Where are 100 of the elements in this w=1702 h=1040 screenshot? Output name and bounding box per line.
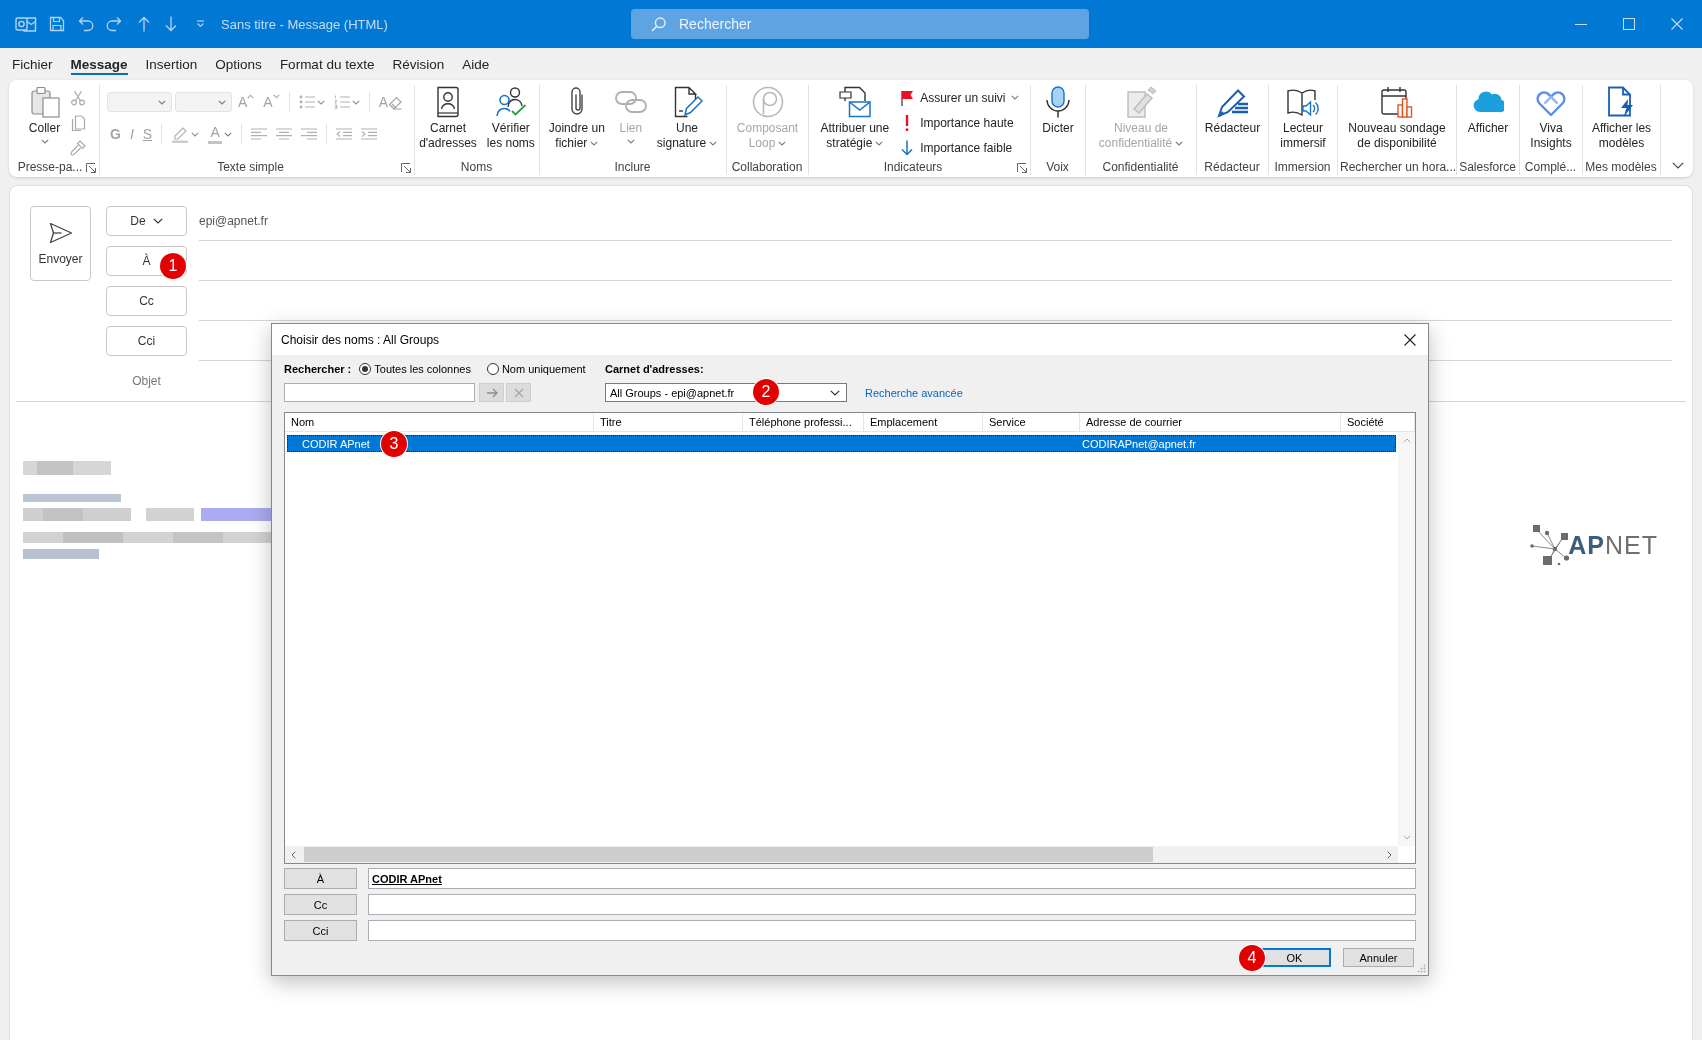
- ribbon-button[interactable]: Importance haute: [895, 110, 1018, 135]
- recipient-button[interactable]: Cci: [106, 326, 187, 356]
- undo-icon[interactable]: [78, 16, 94, 32]
- radio-option[interactable]: Nom uniquement: [486, 363, 586, 375]
- group-label: Rechercher un hora...: [1340, 160, 1457, 175]
- search-field[interactable]: [284, 383, 475, 402]
- radio-icon[interactable]: [486, 363, 499, 375]
- menu-tab[interactable]: Format du texte: [270, 48, 384, 80]
- group-label: Voix: [1045, 160, 1070, 175]
- menu-tab[interactable]: Message: [61, 48, 137, 80]
- recipient-button[interactable]: Cc: [106, 286, 187, 316]
- group-label: Noms: [459, 160, 494, 175]
- menu-tab[interactable]: Options: [206, 48, 271, 80]
- close-icon[interactable]: [1404, 333, 1416, 346]
- step-badge: 2: [753, 379, 779, 405]
- dialog-button[interactable]: Annuler: [1343, 948, 1414, 967]
- radio-icon[interactable]: [359, 363, 372, 375]
- arrow-right-icon: [485, 387, 498, 398]
- recipient-field[interactable]: CODIR APnet: [368, 868, 1416, 889]
- ribbon-button[interactable]: Nouveau sondage de disponibilité: [1344, 85, 1450, 151]
- ribbon-button[interactable]: Rédacteur: [1200, 85, 1265, 136]
- resize-grip-icon[interactable]: [1417, 964, 1426, 973]
- horizontal-scrollbar[interactable]: [285, 846, 1398, 863]
- menu-tab[interactable]: Insertion: [136, 48, 207, 80]
- caret-icon[interactable]: [196, 20, 205, 28]
- ring-icon: [751, 86, 784, 118]
- launcher-icon[interactable]: [86, 162, 96, 173]
- group-label: Presse-pa...: [16, 160, 84, 175]
- vertical-scrollbar[interactable]: [1398, 432, 1415, 846]
- subject-label: Objet: [132, 374, 161, 388]
- ribbon-button[interactable]: Carnet d'adresses: [415, 85, 481, 151]
- chevron-left-icon: [291, 850, 296, 859]
- book-speaker-icon: [1287, 86, 1319, 118]
- color-bar-icon: [208, 141, 223, 144]
- caret-icon: [218, 99, 226, 105]
- ribbon-button[interactable]: Viva Insights: [1526, 85, 1576, 151]
- cross-icon: [513, 387, 524, 398]
- group-label: Rédacteur: [1203, 160, 1261, 175]
- arrow-down-icon[interactable]: [165, 16, 177, 32]
- sender-field[interactable]: epi@apnet.fr: [199, 201, 1672, 241]
- table-cell-text: CODIR APnet: [301, 437, 370, 450]
- chevron-down-icon[interactable]: [1672, 162, 1684, 169]
- send-icon: [48, 221, 73, 244]
- column-header[interactable]: Titre: [594, 413, 743, 431]
- redo-icon[interactable]: [106, 16, 122, 32]
- menu-tab[interactable]: Fichier: [3, 48, 62, 80]
- ribbon-button[interactable]: Afficher: [1463, 85, 1513, 136]
- group-label: Texte simple: [216, 160, 285, 175]
- column-header[interactable]: Service: [983, 413, 1080, 431]
- save-icon[interactable]: [49, 16, 65, 32]
- envelope-document-icon: [838, 86, 871, 118]
- minimize-icon[interactable]: [1575, 23, 1587, 25]
- search-field[interactable]: Rechercher: [631, 9, 1089, 39]
- dialog-title: Choisir des noms : All Groups: [281, 332, 440, 347]
- recipient-button[interactable]: De: [106, 206, 187, 236]
- ribbon-button[interactable]: Coller: [24, 85, 65, 144]
- scrollbar-thumb[interactable]: [304, 847, 1153, 862]
- group-label: Complé...: [1523, 160, 1578, 175]
- recipient-button[interactable]: À: [284, 868, 357, 889]
- maximize-icon[interactable]: [1623, 18, 1635, 30]
- menu-tab[interactable]: Aide: [453, 48, 499, 80]
- chevron-right-icon: [1387, 850, 1392, 859]
- arrow-up-icon[interactable]: [138, 16, 150, 32]
- recipient-field[interactable]: [368, 894, 1416, 915]
- go-button[interactable]: [479, 383, 504, 402]
- table-cell-text: CODIRAPnet@apnet.fr: [1081, 437, 1196, 450]
- step-badge: 1: [160, 253, 186, 279]
- group-label: Indicateurs: [882, 160, 944, 175]
- recipient-button[interactable]: Cc: [284, 894, 357, 915]
- ribbon-button[interactable]: Afficher les modèles: [1587, 85, 1656, 151]
- column-header[interactable]: Société: [1341, 413, 1415, 431]
- pencil-document-icon: [1125, 86, 1157, 118]
- step-badge: 4: [1239, 945, 1265, 971]
- ribbon-button[interactable]: Importance faible: [895, 135, 1017, 160]
- people-check-icon: [494, 86, 527, 118]
- ribbon-button[interactable]: Lecteur immersif: [1276, 85, 1330, 151]
- advanced-search-link[interactable]: Recherche avancée: [865, 386, 963, 399]
- ribbon-button[interactable]: Une signature: [652, 85, 722, 151]
- group-label: Inclure: [613, 160, 652, 175]
- ribbon-button[interactable]: Attribuer une stratégie: [816, 85, 894, 151]
- send-button[interactable]: Envoyer: [30, 206, 91, 281]
- chevron-down-icon: [1402, 835, 1411, 840]
- mail-app-icon: [15, 14, 37, 34]
- recipient-field[interactable]: [368, 920, 1416, 941]
- ribbon-button[interactable]: Joindre un fichier: [544, 85, 609, 151]
- recipient-button[interactable]: Cci: [284, 920, 357, 941]
- clear-button[interactable]: [506, 383, 531, 402]
- column-header[interactable]: Adresse de courrier: [1080, 413, 1341, 431]
- logo-text: APNET: [1568, 530, 1658, 560]
- ribbon-button[interactable]: Vérifier les noms: [482, 85, 539, 151]
- launcher-icon[interactable]: [401, 162, 411, 173]
- ribbon-button[interactable]: Dicter: [1038, 85, 1078, 136]
- launcher-icon[interactable]: [1017, 162, 1027, 173]
- caret-up-icon: [247, 94, 255, 99]
- radio-option[interactable]: Toutes les colonnes: [359, 363, 471, 375]
- menu-tab[interactable]: Révision: [383, 48, 454, 80]
- ribbon-button[interactable]: Assurer un suivi: [895, 85, 1023, 110]
- caret-down-icon: [272, 94, 280, 99]
- column-header[interactable]: Emplacement: [864, 413, 983, 431]
- column-header[interactable]: Téléphone professi...: [743, 413, 864, 431]
